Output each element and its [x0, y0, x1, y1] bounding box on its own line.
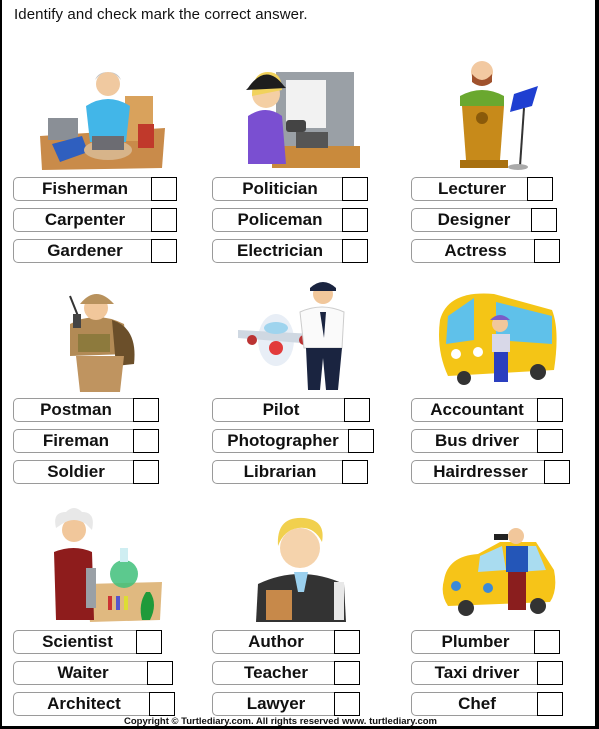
answer-checkbox[interactable]: [342, 177, 368, 201]
option-label: Waiter: [13, 661, 153, 685]
answer-option[interactable]: Teacher: [212, 661, 364, 685]
option-label: Teacher: [212, 661, 340, 685]
answer-checkbox[interactable]: [334, 630, 360, 654]
answer-checkbox[interactable]: [151, 208, 177, 232]
bus-driver-illustration: [439, 293, 557, 385]
answer-option[interactable]: Chef: [411, 692, 563, 716]
option-label: Fireman: [13, 429, 139, 453]
answer-option[interactable]: Librarian: [212, 460, 368, 484]
answer-option[interactable]: Lecturer: [411, 177, 563, 201]
option-label: Lawyer: [212, 692, 340, 716]
answer-option[interactable]: Postman: [13, 398, 165, 422]
lecturer-illustration: [460, 61, 538, 170]
option-label: Fisherman: [13, 177, 157, 201]
option-label: Bus driver: [411, 429, 543, 453]
answer-checkbox[interactable]: [527, 177, 553, 201]
answer-option[interactable]: Bus driver: [411, 429, 563, 453]
option-label: Hairdresser: [411, 460, 550, 484]
answer-checkbox[interactable]: [133, 398, 159, 422]
taxi-driver-illustration: [442, 528, 556, 616]
option-label: Architect: [13, 692, 155, 716]
worksheet: Identify and check mark the correct answ…: [2, 0, 595, 727]
answer-checkbox[interactable]: [537, 398, 563, 422]
answer-option[interactable]: Fisherman: [13, 177, 177, 201]
option-label: Carpenter: [13, 208, 157, 232]
answer-checkbox[interactable]: [151, 239, 177, 263]
option-label: Accountant: [411, 398, 543, 422]
answer-option[interactable]: Politician: [212, 177, 368, 201]
answer-option[interactable]: Accountant: [411, 398, 563, 422]
lawyer-illustration: [256, 517, 346, 622]
option-label: Actress: [411, 239, 540, 263]
answer-checkbox[interactable]: [342, 460, 368, 484]
option-label: Politician: [212, 177, 348, 201]
answer-option[interactable]: Author: [212, 630, 364, 654]
answer-checkbox[interactable]: [136, 630, 162, 654]
answer-checkbox[interactable]: [342, 208, 368, 232]
answer-option[interactable]: Policeman: [212, 208, 368, 232]
answer-checkbox[interactable]: [149, 692, 175, 716]
instruction-text: Identify and check mark the correct answ…: [14, 6, 308, 23]
answer-checkbox[interactable]: [537, 661, 563, 685]
option-label: Soldier: [13, 460, 139, 484]
option-label: Gardener: [13, 239, 157, 263]
answer-option[interactable]: Taxi driver: [411, 661, 563, 685]
answer-checkbox[interactable]: [534, 630, 560, 654]
answer-checkbox[interactable]: [151, 177, 177, 201]
answer-option[interactable]: Hairdresser: [411, 460, 570, 484]
scientist-illustration: [54, 508, 162, 622]
answer-checkbox[interactable]: [342, 239, 368, 263]
answer-checkbox[interactable]: [147, 661, 173, 685]
answer-option[interactable]: Gardener: [13, 239, 177, 263]
answer-checkbox[interactable]: [534, 239, 560, 263]
answer-option[interactable]: Architect: [13, 692, 175, 716]
option-label: Electrician: [212, 239, 348, 263]
option-label: Librarian: [212, 460, 348, 484]
answer-option[interactable]: Waiter: [13, 661, 173, 685]
answer-option[interactable]: Fireman: [13, 429, 165, 453]
answer-checkbox[interactable]: [537, 429, 563, 453]
answer-checkbox[interactable]: [348, 429, 374, 453]
option-label: Taxi driver: [411, 661, 543, 685]
answer-option[interactable]: Actress: [411, 239, 563, 263]
option-label: Author: [212, 630, 340, 654]
answer-checkbox[interactable]: [334, 692, 360, 716]
option-label: Designer: [411, 208, 537, 232]
pilot-illustration: [238, 282, 345, 390]
answer-option[interactable]: Scientist: [13, 630, 165, 654]
option-label: Chef: [411, 692, 543, 716]
soldier-illustration: [69, 294, 135, 392]
option-label: Policeman: [212, 208, 348, 232]
electrician-illustration: [246, 72, 360, 168]
answer-option[interactable]: Designer: [411, 208, 563, 232]
option-label: Scientist: [13, 630, 142, 654]
answer-checkbox[interactable]: [344, 398, 370, 422]
answer-checkbox[interactable]: [531, 208, 557, 232]
option-label: Postman: [13, 398, 139, 422]
answer-checkbox[interactable]: [544, 460, 570, 484]
option-label: Lecturer: [411, 177, 533, 201]
answer-option[interactable]: Plumber: [411, 630, 563, 654]
answer-checkbox[interactable]: [133, 460, 159, 484]
answer-option[interactable]: Soldier: [13, 460, 165, 484]
answer-checkbox[interactable]: [133, 429, 159, 453]
answer-option[interactable]: Carpenter: [13, 208, 177, 232]
answer-option[interactable]: Lawyer: [212, 692, 364, 716]
answer-option[interactable]: Photographer: [212, 429, 374, 453]
answer-checkbox[interactable]: [537, 692, 563, 716]
option-label: Plumber: [411, 630, 540, 654]
answer-option[interactable]: Pilot: [212, 398, 370, 422]
answer-checkbox[interactable]: [334, 661, 360, 685]
copyright-footer: Copyright © Turtlediary.com. All rights …: [124, 716, 437, 727]
carpenter-illustration: [40, 72, 165, 170]
answer-option[interactable]: Electrician: [212, 239, 368, 263]
option-label: Photographer: [212, 429, 354, 453]
option-label: Pilot: [212, 398, 350, 422]
